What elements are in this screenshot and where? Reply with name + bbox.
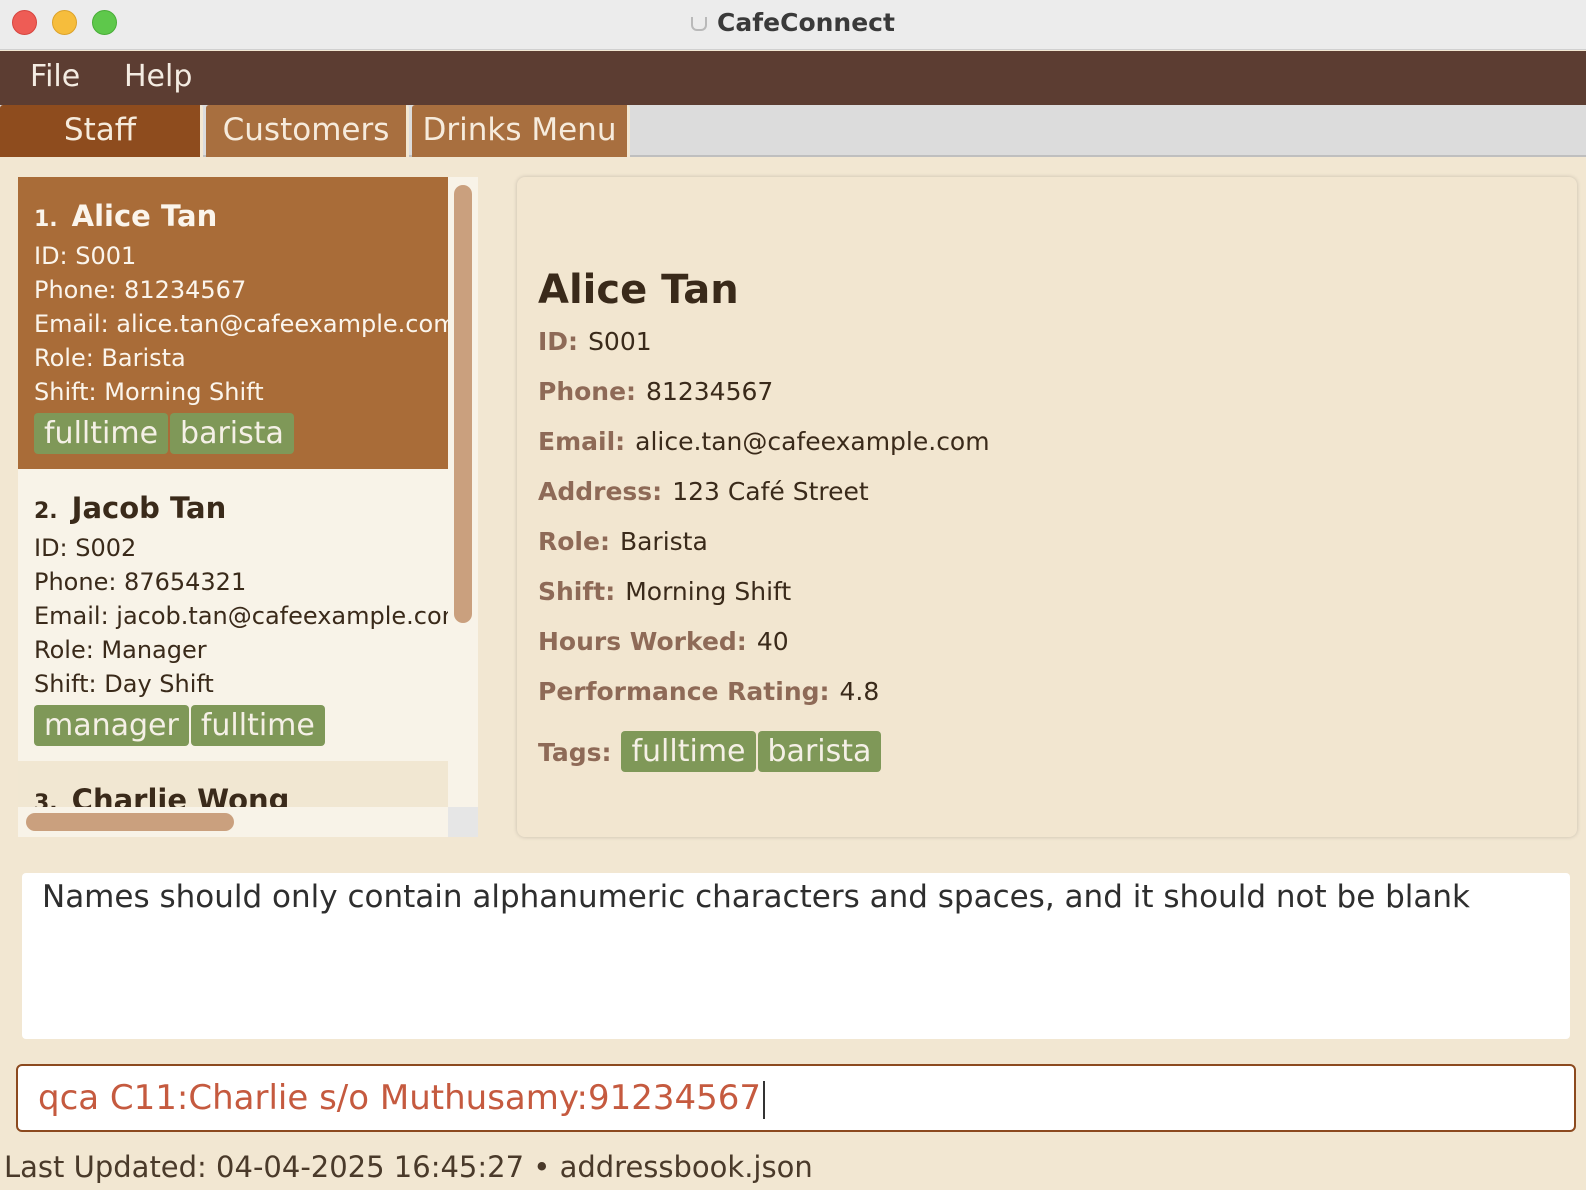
staff-id: ID: S002 (34, 534, 137, 562)
command-input[interactable]: qca C11:Charlie s/o Muthusamy:91234567 (16, 1064, 1576, 1132)
detail-name: Alice Tan (538, 267, 739, 313)
staff-list: 1. Alice Tan ID: S001 Phone: 81234567 Ema… (18, 177, 478, 837)
text-caret (763, 1080, 766, 1119)
detail-value: 40 (756, 627, 789, 656)
detail-value: 123 Café Street (672, 477, 869, 506)
staff-card-jacob-tan[interactable]: 2. Jacob Tan ID: S002 Phone: 87654321 Ema… (18, 469, 448, 757)
vertical-scrollbar-thumb[interactable] (454, 185, 472, 623)
tab-customers[interactable]: Customers (206, 105, 409, 157)
tab-drinks-menu[interactable]: Drinks Menu (412, 105, 630, 157)
staff-name: Alice Tan (71, 199, 218, 233)
status-bar: Last Updated: 04-04-2025 16:45:27 • addr… (4, 1150, 813, 1184)
staff-index: 1. (34, 207, 58, 232)
tag: barista (170, 413, 294, 454)
detail-email: Email: alice.tan@cafeexample.com (538, 427, 990, 456)
staff-index: 2. (34, 499, 58, 524)
detail-label: Tags: (538, 738, 612, 767)
detail-label: Hours Worked: (538, 627, 747, 656)
window-titlebar: CafeConnect (0, 0, 1586, 50)
detail-label: Email: (538, 427, 626, 456)
staff-id: ID: S001 (34, 242, 137, 270)
window-title-text: CafeConnect (717, 8, 895, 37)
result-display[interactable]: Names should only contain alphanumeric c… (22, 873, 1570, 1039)
detail-role: Role: Barista (538, 527, 708, 556)
detail-tags: Tags: fulltime barista (538, 731, 883, 772)
staff-detail-panel: Alice Tan ID: S001 Phone: 81234567 Email: a… (517, 177, 1577, 837)
scrollbar-corner (448, 807, 478, 837)
tab-bar: Staff Customers Drinks Menu (0, 105, 1586, 157)
detail-performance-rating: Performance Rating: 4.8 (538, 677, 879, 706)
staff-shift: Shift: Morning Shift (34, 378, 264, 406)
detail-label: Shift: (538, 577, 616, 606)
tag: barista (757, 731, 882, 772)
detail-hours-worked: Hours Worked: 40 (538, 627, 789, 656)
menu-bar: File Help (0, 51, 1586, 105)
tag: fulltime (621, 731, 756, 772)
command-input-value: qca C11:Charlie s/o Muthusamy:91234567 (38, 1078, 766, 1119)
detail-address: Address: 123 Café Street (538, 477, 869, 506)
staff-shift: Shift: Day Shift (34, 670, 214, 698)
staff-phone: Phone: 81234567 (34, 276, 247, 304)
detail-shift: Shift: Morning Shift (538, 577, 791, 606)
staff-email: Email: jacob.tan@cafeexample.com (34, 602, 448, 630)
staff-role: Role: Barista (34, 344, 186, 372)
detail-value: Morning Shift (625, 577, 792, 606)
detail-label: Address: (538, 477, 663, 506)
tab-staff[interactable]: Staff (0, 105, 203, 157)
tag: fulltime (190, 705, 325, 746)
tag: fulltime (34, 413, 169, 454)
staff-role: Role: Manager (34, 636, 207, 664)
tag: manager (34, 705, 189, 746)
detail-value: Barista (619, 527, 708, 556)
command-text: qca C11:Charlie s/o Muthusamy:91234567 (38, 1078, 762, 1118)
detail-label: ID: (538, 327, 579, 356)
staff-email: Email: alice.tan@cafeexample.com (34, 310, 448, 338)
detail-value: S001 (588, 327, 652, 356)
detail-value: alice.tan@cafeexample.com (635, 427, 990, 456)
menu-help[interactable]: Help (124, 59, 192, 94)
detail-phone: Phone: 81234567 (538, 377, 773, 406)
staff-name: Jacob Tan (71, 491, 227, 525)
staff-tags: fulltime barista (34, 413, 448, 454)
detail-label: Performance Rating: (538, 677, 830, 706)
detail-value: 81234567 (646, 377, 774, 406)
staff-tags: manager fulltime (34, 705, 448, 746)
menu-file[interactable]: File (30, 59, 80, 94)
result-message: Names should only contain alphanumeric c… (42, 879, 1471, 915)
detail-label: Phone: (538, 377, 637, 406)
staff-phone: Phone: 87654321 (34, 568, 247, 596)
horizontal-scrollbar-thumb[interactable] (26, 813, 234, 831)
detail-value: 4.8 (839, 677, 880, 706)
window-title: CafeConnect (0, 8, 1586, 37)
detail-id: ID: S001 (538, 327, 652, 356)
staff-card-alice-tan[interactable]: 1. Alice Tan ID: S001 Phone: 81234567 Ema… (18, 177, 448, 469)
detail-label: Role: (538, 527, 610, 556)
coffee-cup-icon (691, 17, 708, 31)
